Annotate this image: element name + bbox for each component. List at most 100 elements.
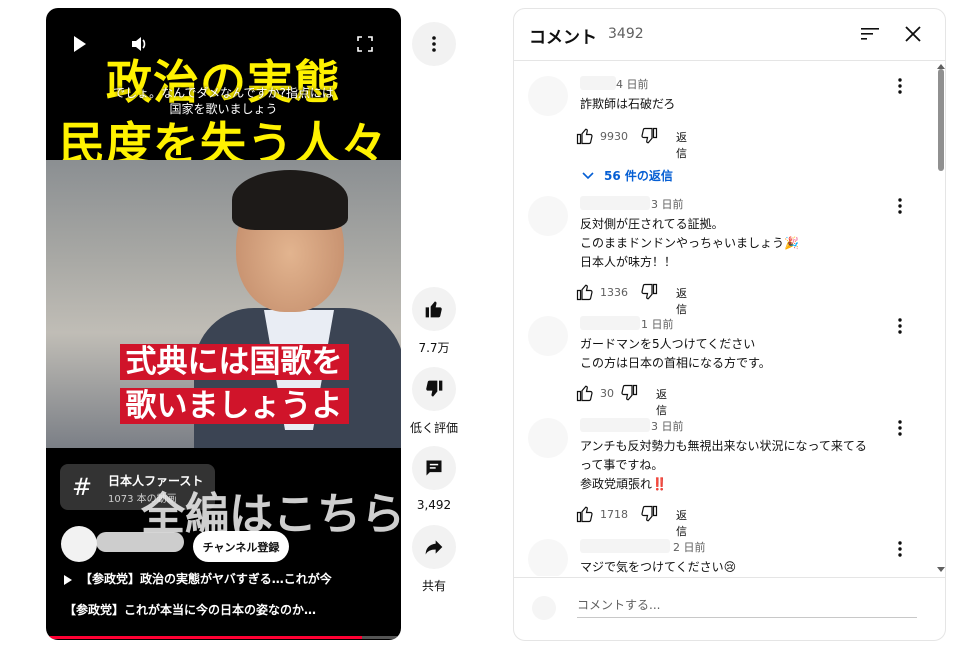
more-vert-icon — [432, 36, 436, 52]
comment-text: 反対側が圧されてる証拠。 このままドンドンやっちゃいましょう🎉 日本人が味方！！ — [580, 215, 799, 272]
thumbs-up-icon[interactable] — [576, 127, 594, 149]
comment-author-redacted[interactable] — [580, 196, 650, 210]
thumbs-up-icon[interactable] — [576, 505, 594, 527]
like-count: 7.7万 — [418, 341, 450, 355]
close-icon[interactable] — [904, 25, 922, 47]
thumbs-down-icon — [426, 380, 443, 397]
replies-toggle[interactable]: 56 件の返信 — [582, 167, 673, 184]
play-small-icon — [64, 574, 72, 585]
comment-time: 3 日前 — [651, 198, 684, 211]
comment-more-icon[interactable] — [898, 420, 906, 440]
comment-time: 3 日前 — [651, 420, 684, 433]
dislike-action[interactable]: 低く評価 — [410, 367, 458, 436]
comment-line: 反対側が圧されてる証拠。 — [580, 217, 724, 231]
thumbs-up-icon — [425, 301, 442, 318]
comment-line: このままドンドンやっちゃいましょう🎉 — [580, 236, 799, 250]
share-button[interactable] — [412, 525, 456, 569]
comment-author-redacted[interactable] — [580, 76, 616, 90]
share-label: 共有 — [421, 579, 446, 593]
more-actions[interactable] — [412, 22, 456, 66]
volume-icon[interactable] — [130, 35, 148, 53]
subscribe-button[interactable]: チャンネル登録 — [193, 531, 289, 562]
fullscreen-icon[interactable] — [357, 36, 373, 52]
share-icon — [425, 540, 443, 555]
subtitle-line1: 式典には国歌を — [119, 344, 349, 380]
like-count: 30 — [600, 387, 614, 400]
scrollbar-thumb[interactable] — [938, 69, 944, 171]
dislike-label: 低く評価 — [409, 421, 458, 435]
comments-header: コメント 3492 — [514, 9, 945, 61]
like-count: 1336 — [600, 286, 628, 299]
comment-line: 詐欺師は石破だろ — [580, 97, 676, 111]
video-title[interactable]: 【参政党】政治の実態がヤバすぎる…これが今 — [64, 570, 332, 587]
comments-title: コメント — [529, 28, 597, 48]
burned-subtitle: 式典には国歌を 歌いましょうよ — [84, 340, 384, 428]
like-count: 9930 — [600, 130, 628, 143]
comments-button[interactable] — [412, 446, 456, 490]
channel-name-redacted[interactable] — [96, 532, 184, 552]
comment-more-icon[interactable] — [898, 78, 906, 98]
comment-input[interactable] — [577, 592, 917, 618]
avatar — [532, 596, 556, 620]
comment-line: 日本人が味方！！ — [580, 255, 677, 269]
comment-author-redacted[interactable] — [580, 418, 650, 432]
progress-fill — [46, 636, 362, 639]
comments-panel: コメント 3492 4 日前 詐欺師は石破だろ 9930 返信 56 件の返信 … — [513, 8, 946, 641]
reply-button[interactable]: 返信 — [676, 129, 687, 161]
comments-count: 3492 — [608, 26, 644, 42]
thumbs-down-icon[interactable] — [620, 384, 638, 406]
avatar[interactable] — [528, 196, 568, 236]
comment-text: マジで気をつけてください😢 — [580, 558, 736, 576]
comment-more-icon[interactable] — [898, 541, 906, 561]
scroll-down-arrow-icon[interactable] — [937, 567, 945, 572]
chevron-down-icon — [582, 172, 594, 180]
thumbs-down-icon[interactable] — [640, 283, 658, 305]
speaker-hair — [232, 170, 348, 230]
share-action[interactable]: 共有 — [412, 525, 456, 594]
thumbs-down-icon[interactable] — [640, 127, 658, 149]
like-count: 1718 — [600, 508, 628, 521]
comment-line: ガードマンを5人つけてください — [580, 337, 756, 351]
overlay-caption-line1: でしょ。なんでダメなんですか?指点には — [113, 86, 334, 100]
comment-icon — [426, 460, 442, 476]
like-button[interactable] — [412, 287, 456, 331]
comment-text: ガードマンを5人つけてください この方は日本の首相になる方です。 — [580, 335, 771, 373]
comment-author-redacted[interactable] — [580, 539, 670, 553]
thumbs-down-icon[interactable] — [640, 505, 658, 527]
avatar[interactable] — [528, 539, 568, 576]
comment-composer — [514, 577, 945, 640]
dislike-button[interactable] — [412, 367, 456, 411]
comment-more-icon[interactable] — [898, 318, 906, 338]
more-vert-button[interactable] — [412, 22, 456, 66]
hashtag-icon: # — [72, 473, 93, 501]
comment-time: 4 日前 — [616, 78, 649, 91]
avatar[interactable] — [528, 76, 568, 116]
channel-avatar[interactable] — [61, 526, 97, 562]
like-action[interactable]: 7.7万 — [412, 287, 456, 356]
comment-time: 2 日前 — [673, 541, 706, 554]
comment-author-redacted[interactable] — [580, 316, 640, 330]
reply-button[interactable]: 返信 — [676, 285, 687, 317]
avatar[interactable] — [528, 418, 568, 458]
play-icon[interactable] — [74, 36, 86, 52]
comment-text: 詐欺師は石破だろ — [580, 95, 675, 114]
comments-action[interactable]: 3,492 — [412, 446, 456, 512]
comment-line: って事ですね。 — [580, 458, 664, 472]
comment-line: この方は日本の首相になる方です。 — [580, 356, 771, 370]
comment-text: アンチも反対勢力も無視出来ない状況になって来てる って事ですね。 参政党頑張れ‼… — [580, 437, 867, 494]
comments-list: 4 日前 詐欺師は石破だろ 9930 返信 56 件の返信 3 日前 反対側が圧… — [514, 62, 945, 576]
related-video-title[interactable]: 【参政党】これが本当に今の日本の姿なのか… — [64, 601, 316, 618]
shorts-video-player[interactable]: 政治の実態 民度を失う人々 でしょ。なんでダメなんですか?指点には 国家を歌いま… — [46, 8, 401, 640]
replies-toggle-label: 56 件の返信 — [604, 169, 673, 183]
subtitle-line2: 歌いましょうよ — [119, 388, 349, 424]
reply-button[interactable]: 返信 — [656, 386, 667, 418]
thumbs-up-icon[interactable] — [576, 283, 594, 305]
video-title-text: 【参政党】政治の実態がヤバすぎる…これが今 — [80, 572, 332, 586]
comment-more-icon[interactable] — [898, 198, 906, 218]
comment-line: アンチも反対勢力も無視出来ない状況になって来てる — [580, 439, 867, 453]
thumbs-up-icon[interactable] — [576, 384, 594, 406]
avatar[interactable] — [528, 316, 568, 356]
sort-icon[interactable] — [860, 25, 880, 47]
overlay-caption-line2: 国家を歌いましょう — [169, 102, 278, 116]
reply-button[interactable]: 返信 — [676, 507, 687, 539]
